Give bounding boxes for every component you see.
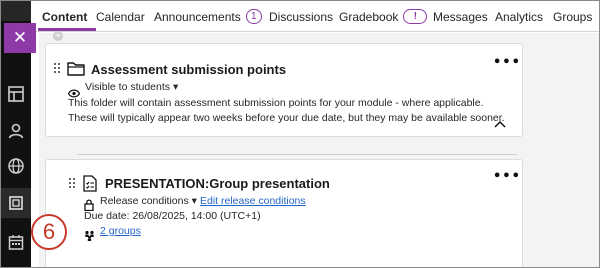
assignment-title[interactable]: PRESENTATION:Group presentation bbox=[105, 176, 330, 191]
drag-handle-icon[interactable] bbox=[69, 178, 77, 190]
folder-title[interactable]: Assessment submission points bbox=[91, 62, 286, 77]
globe-icon[interactable] bbox=[1, 151, 31, 181]
folder-more-options-icon[interactable]: ••• bbox=[493, 56, 521, 69]
chevron-down-icon: ▾ bbox=[191, 195, 197, 207]
assignment-icon bbox=[83, 175, 97, 196]
calendar-icon[interactable] bbox=[1, 227, 31, 257]
content-page-icon[interactable] bbox=[1, 188, 31, 218]
tab-label: Calendar bbox=[96, 9, 145, 24]
step-number-marker: 6 bbox=[31, 214, 67, 250]
visibility-label: Visible to students bbox=[85, 81, 171, 93]
tab-label: Groups bbox=[553, 9, 593, 24]
rail-top bbox=[1, 1, 31, 21]
release-conditions-label: Release conditions bbox=[100, 195, 189, 207]
add-content-icon[interactable]: + bbox=[53, 31, 63, 41]
close-panel-button[interactable]: ✕ bbox=[4, 23, 36, 53]
tab-messages[interactable]: Messages bbox=[433, 1, 488, 32]
folder-description-line2: These will typically appear two weeks be… bbox=[68, 112, 505, 124]
course-tabs: Content Calendar Announcements 1 Discussi… bbox=[31, 1, 599, 32]
tab-label: Gradebook bbox=[339, 9, 399, 24]
tab-label: Announcements bbox=[154, 9, 241, 24]
tab-analytics[interactable]: Analytics bbox=[495, 1, 543, 32]
tab-label: Discussions bbox=[269, 9, 334, 24]
chevron-up-icon[interactable] bbox=[494, 113, 506, 132]
due-date: Due date: 26/08/2025, 14:00 (UTC+1) bbox=[84, 210, 261, 222]
assignment-more-options-icon[interactable]: ••• bbox=[493, 170, 521, 183]
item-divider bbox=[77, 154, 517, 155]
tab-announcements[interactable]: Announcements 1 bbox=[154, 1, 262, 32]
drag-handle-icon[interactable] bbox=[54, 63, 62, 75]
tab-label: Content bbox=[42, 9, 88, 24]
visibility-dropdown[interactable]: Visible to students ▾ bbox=[85, 81, 178, 93]
folder-icon bbox=[67, 61, 85, 80]
groups-link[interactable]: 2 groups bbox=[100, 225, 141, 237]
people-icon[interactable] bbox=[1, 116, 31, 146]
tab-gradebook[interactable]: Gradebook! bbox=[339, 1, 428, 32]
app-frame: ✕ Content Calendar Announcements 1 Discus… bbox=[0, 0, 600, 268]
tab-discussions[interactable]: Discussions bbox=[269, 1, 333, 32]
tab-calendar[interactable]: Calendar bbox=[96, 1, 145, 32]
announcements-badge: 1 bbox=[245, 9, 262, 24]
active-tab-indicator bbox=[38, 28, 96, 31]
tab-groups[interactable]: Groups bbox=[553, 1, 592, 32]
tab-label: Messages bbox=[433, 9, 488, 24]
groups-icon bbox=[84, 226, 95, 245]
edit-release-conditions-link[interactable]: Edit release conditions bbox=[200, 195, 306, 207]
release-conditions-dropdown[interactable]: Release conditions ▾ bbox=[100, 195, 197, 207]
close-icon: ✕ bbox=[12, 28, 28, 48]
folder-description-line1: This folder will contain assessment subm… bbox=[68, 97, 484, 109]
course-outline-icon[interactable] bbox=[1, 79, 31, 109]
gradebook-alert-badge: ! bbox=[403, 9, 428, 24]
tab-label: Analytics bbox=[495, 9, 544, 24]
chevron-down-icon: ▾ bbox=[172, 81, 179, 93]
